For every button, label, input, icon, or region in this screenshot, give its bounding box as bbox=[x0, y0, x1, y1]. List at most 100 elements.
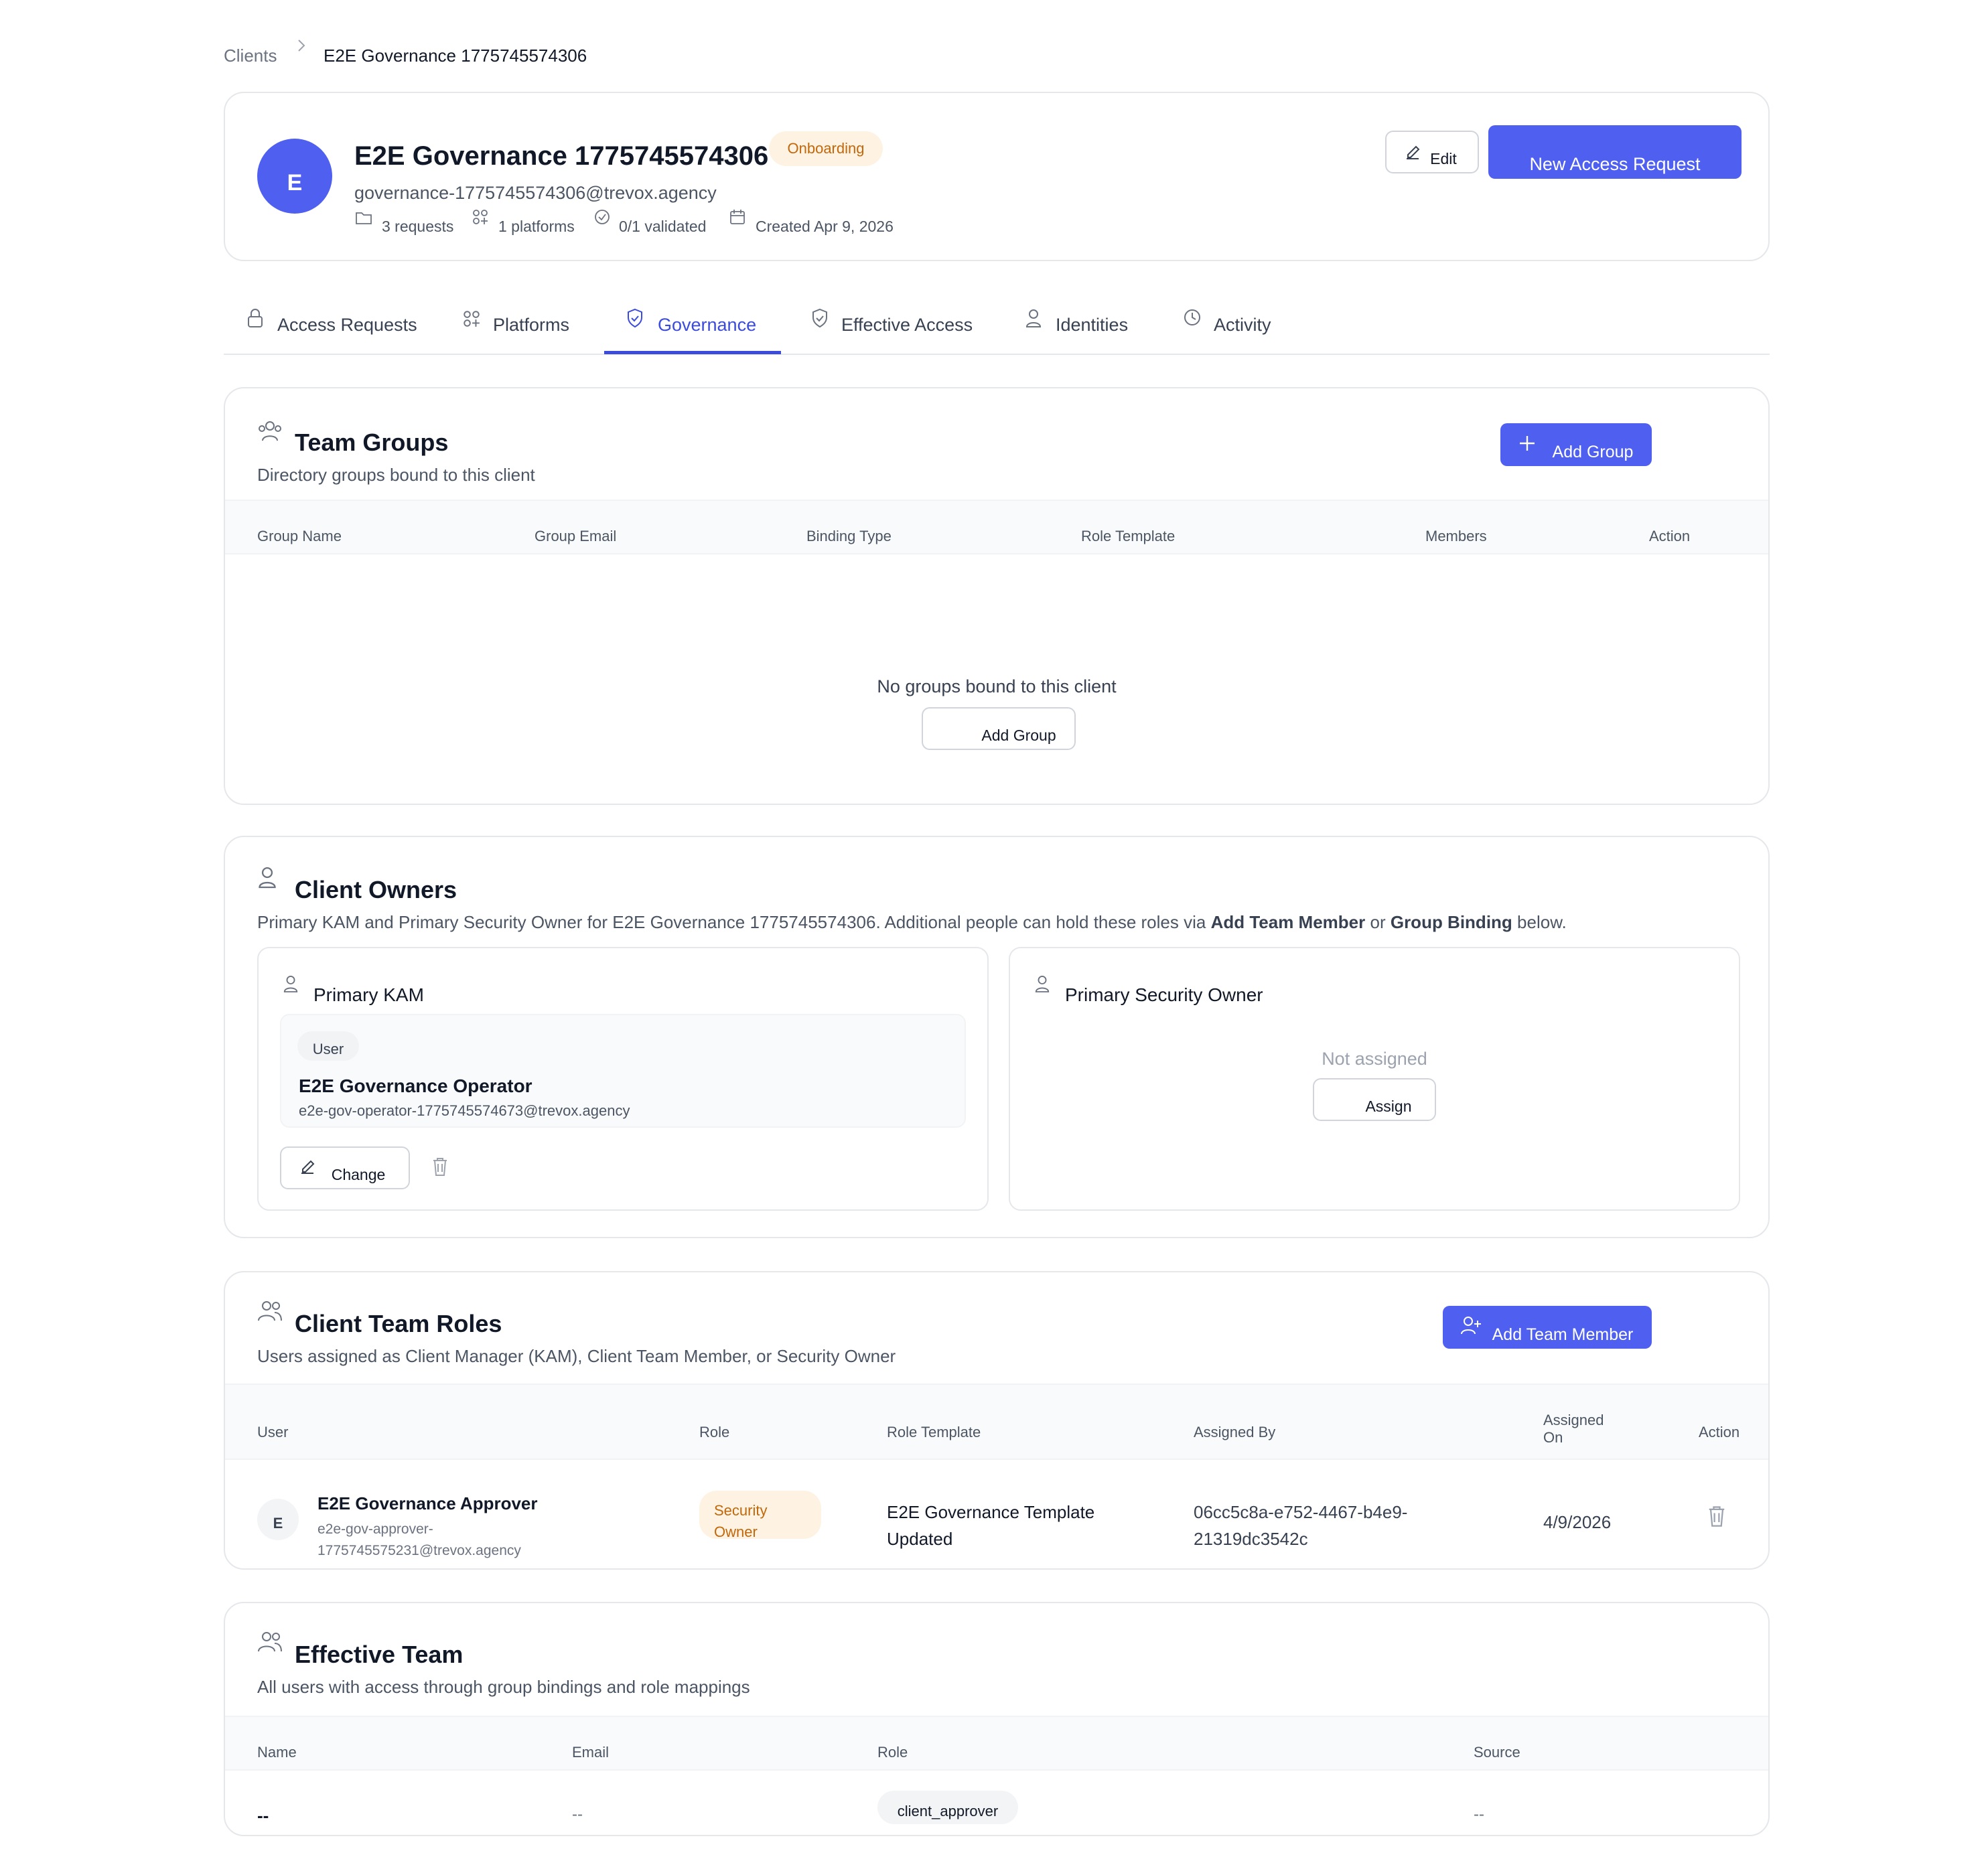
client-name: E2E Governance 1775745574306 bbox=[354, 141, 769, 171]
change-kam-button[interactable]: Change bbox=[280, 1146, 410, 1189]
clock-icon bbox=[1183, 308, 1202, 327]
primary-kam-panel: Primary KAM User E2E Governance Operator… bbox=[257, 947, 989, 1211]
tab-platforms[interactable]: Platforms bbox=[493, 315, 569, 336]
user-icon bbox=[283, 974, 299, 994]
shield-icon bbox=[626, 308, 644, 328]
add-group-button[interactable]: Add Group bbox=[1500, 423, 1652, 466]
empty-state-text: No groups bound to this client bbox=[877, 676, 1117, 696]
breadcrumb-clients-link[interactable]: Clients bbox=[224, 46, 277, 66]
col-role-template: Role Template bbox=[887, 1424, 981, 1440]
member-role-badge: client_approver bbox=[877, 1791, 1018, 1824]
user-email: e2e-gov-approver- 1775745575231@trevox.ag… bbox=[317, 1521, 521, 1558]
tab-effective-access[interactable]: Effective Access bbox=[841, 315, 973, 336]
col-assigned-on: Assigned On bbox=[1543, 1412, 1604, 1446]
empty-add-group-button[interactable]: Add Group bbox=[922, 707, 1076, 750]
col-email: Email bbox=[572, 1744, 610, 1761]
not-assigned-text: Not assigned bbox=[1322, 1049, 1427, 1069]
table-row: -- -- client_approver -- bbox=[225, 1771, 1768, 1835]
group-binding-link[interactable]: Group Binding bbox=[1391, 912, 1512, 932]
assigned-by: 06cc5c8a-e752-4467-b4e9- 21319dc3542c bbox=[1194, 1502, 1408, 1549]
col-source: Source bbox=[1474, 1744, 1520, 1761]
tab-identities[interactable]: Identities bbox=[1056, 315, 1128, 336]
tab-divider bbox=[224, 354, 1770, 355]
requests-count: 3 requests bbox=[382, 218, 454, 235]
assign-security-owner-button[interactable]: Assign bbox=[1313, 1078, 1436, 1121]
primary-kam-name: E2E Governance Operator bbox=[299, 1075, 532, 1096]
shield-check-icon bbox=[810, 308, 829, 328]
tab-governance[interactable]: Governance bbox=[658, 315, 756, 336]
client-team-roles-title: Client Team Roles bbox=[295, 1310, 502, 1337]
breadcrumb-current: E2E Governance 1775745574306 bbox=[324, 46, 587, 66]
client-team-roles-card: Client Team Roles Users assigned as Clie… bbox=[224, 1271, 1770, 1570]
col-group-email: Group Email bbox=[535, 528, 617, 544]
role-template: E2E Governance Template Updated bbox=[887, 1502, 1095, 1549]
effective-team-title: Effective Team bbox=[295, 1641, 464, 1668]
team-groups-card: Team Groups Directory groups bound to th… bbox=[224, 387, 1770, 805]
client-owners-card: Client Owners Primary KAM and Primary Se… bbox=[224, 836, 1770, 1238]
col-action: Action bbox=[1699, 1424, 1740, 1440]
client-avatar: E bbox=[257, 139, 332, 214]
effective-team-table-header: Name Email Role Source bbox=[225, 1716, 1768, 1771]
add-team-member-button[interactable]: Add Team Member bbox=[1443, 1306, 1652, 1349]
team-groups-subtitle: Directory groups bound to this client bbox=[257, 465, 535, 485]
user-icon bbox=[1025, 308, 1042, 328]
status-badge: Onboarding bbox=[769, 131, 883, 166]
client-email: governance-1775745574306@trevox.agency bbox=[354, 183, 717, 203]
primary-kam-user-card: User E2E Governance Operator e2e-gov-ope… bbox=[280, 1014, 966, 1128]
team-groups-title: Team Groups bbox=[295, 429, 449, 456]
primary-security-owner-title: Primary Security Owner bbox=[1065, 984, 1263, 1005]
edit-button[interactable]: Edit bbox=[1385, 131, 1479, 173]
folder-icon bbox=[355, 210, 372, 226]
member-source: -- bbox=[1474, 1805, 1484, 1823]
user-plus-icon bbox=[1460, 1315, 1482, 1335]
col-role: Role bbox=[699, 1424, 730, 1440]
user-icon bbox=[257, 865, 277, 889]
member-name: -- bbox=[257, 1805, 269, 1825]
role-badge: Security Owner bbox=[699, 1491, 821, 1540]
client-team-roles-subtitle: Users assigned as Client Manager (KAM), … bbox=[257, 1346, 896, 1366]
client-header-card: E E2E Governance 1775745574306 Onboardin… bbox=[224, 92, 1770, 261]
col-role: Role bbox=[877, 1744, 908, 1761]
col-user: User bbox=[257, 1424, 289, 1440]
col-name: Name bbox=[257, 1744, 297, 1761]
user-type-badge: User bbox=[297, 1031, 359, 1061]
client-owners-title: Client Owners bbox=[295, 876, 457, 903]
validated-count: 0/1 validated bbox=[619, 218, 707, 235]
member-email: -- bbox=[572, 1805, 583, 1823]
calendar-icon bbox=[729, 208, 746, 226]
edit-icon bbox=[1404, 143, 1423, 161]
tab-activity[interactable]: Activity bbox=[1214, 315, 1271, 336]
trash-icon[interactable] bbox=[1707, 1504, 1727, 1528]
avatar: E bbox=[257, 1499, 299, 1540]
created-date: Created Apr 9, 2026 bbox=[756, 218, 894, 235]
col-role-template: Role Template bbox=[1081, 528, 1176, 544]
chevron-right-icon bbox=[295, 38, 308, 54]
table-row: E E2E Governance Approver e2e-gov-approv… bbox=[225, 1460, 1768, 1568]
primary-kam-title: Primary KAM bbox=[313, 984, 424, 1005]
tab-active-indicator bbox=[604, 351, 781, 354]
add-team-member-link[interactable]: Add Team Member bbox=[1211, 912, 1366, 932]
users-icon bbox=[257, 1299, 283, 1322]
primary-security-owner-panel: Primary Security Owner Not assigned Assi… bbox=[1009, 947, 1740, 1211]
client-owners-subtitle: Primary KAM and Primary Security Owner f… bbox=[257, 912, 1567, 932]
user-name: E2E Governance Approver bbox=[317, 1493, 538, 1513]
trash-icon[interactable] bbox=[431, 1156, 449, 1177]
tab-access-requests[interactable]: Access Requests bbox=[277, 315, 417, 336]
new-access-request-button[interactable]: New Access Request bbox=[1488, 125, 1742, 179]
edit-icon bbox=[299, 1157, 317, 1176]
col-assigned-by: Assigned By bbox=[1194, 1424, 1276, 1440]
primary-kam-email: e2e-gov-operator-1775745574673@trevox.ag… bbox=[299, 1102, 630, 1119]
users-icon bbox=[257, 1630, 283, 1653]
check-circle-icon bbox=[593, 208, 611, 226]
platforms-count: 1 platforms bbox=[498, 218, 575, 235]
col-binding-type: Binding Type bbox=[806, 528, 892, 544]
assigned-on: 4/9/2026 bbox=[1543, 1512, 1612, 1532]
user-icon bbox=[1034, 974, 1050, 994]
platforms-icon bbox=[462, 309, 481, 328]
team-groups-table-header: Group Name Group Email Binding Type Role… bbox=[225, 500, 1768, 554]
plus-icon bbox=[1518, 434, 1537, 453]
platforms-icon bbox=[472, 208, 489, 226]
effective-team-subtitle: All users with access through group bind… bbox=[257, 1677, 750, 1697]
effective-team-card: Effective Team All users with access thr… bbox=[224, 1602, 1770, 1836]
col-action: Action bbox=[1649, 528, 1691, 544]
